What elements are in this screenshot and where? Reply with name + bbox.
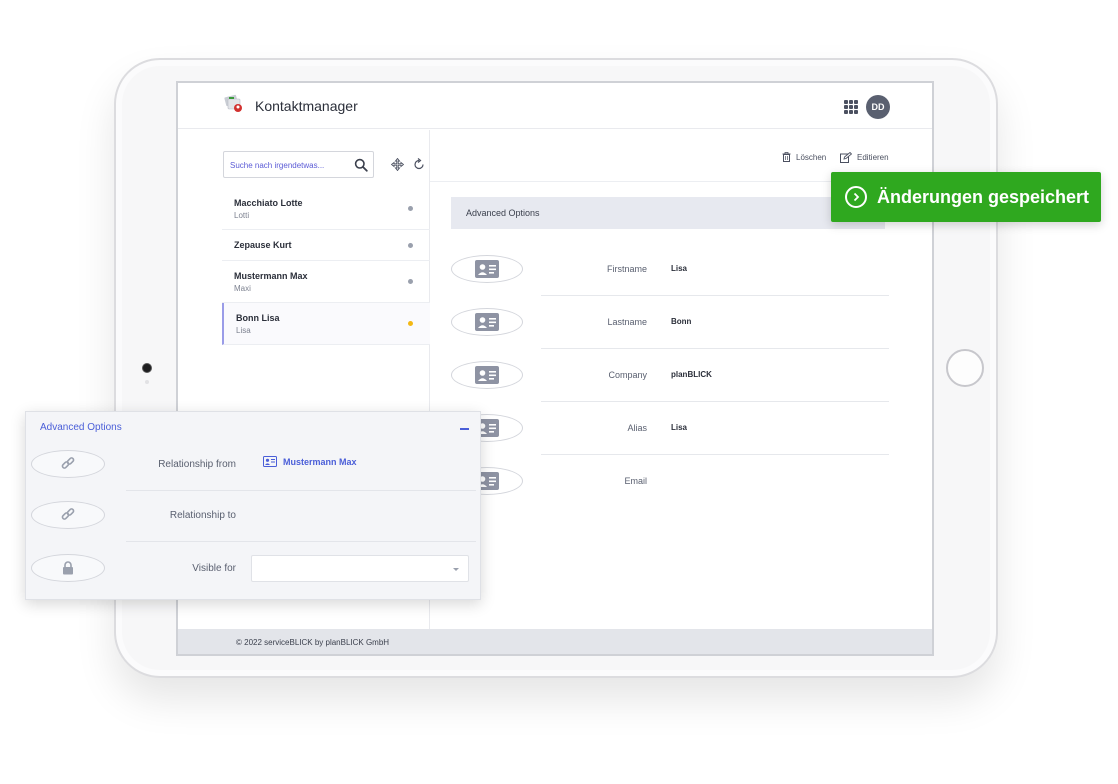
status-dot	[408, 206, 413, 211]
search-box	[223, 151, 374, 178]
app-title: Kontaktmanager	[255, 98, 358, 114]
sensor-dot	[145, 380, 149, 384]
link-icon	[31, 501, 105, 529]
advanced-options-overlay: Advanced Options Relationship from Muste…	[25, 411, 481, 600]
chevron-right-circle-icon	[845, 186, 867, 208]
divider	[541, 454, 889, 455]
divider	[541, 295, 889, 296]
saved-toast: Änderungen gespeichert	[831, 172, 1101, 222]
toast-message: Änderungen gespeichert	[877, 186, 1090, 207]
divider	[541, 401, 889, 402]
relationship-from-link[interactable]: Mustermann Max	[263, 456, 357, 467]
contact-card-icon	[451, 308, 523, 336]
contact-name: Bonn Lisa	[236, 313, 280, 323]
field-value: Lisa	[671, 264, 688, 273]
relationship-from-row: Relationship from Mustermann Max	[31, 450, 477, 502]
advanced-options-header[interactable]: Advanced Options	[451, 197, 885, 229]
edit-label: Editieren	[857, 153, 889, 162]
contact-card-icon	[451, 361, 523, 389]
link-icon	[31, 450, 105, 478]
contact-alias: Maxi	[234, 284, 251, 293]
overlay-title[interactable]: Advanced Options	[40, 422, 122, 433]
app-logo-icon	[224, 94, 242, 112]
contact-list: Macchiato Lotte Lotti Zepause Kurt Muste…	[222, 188, 430, 345]
home-button[interactable]	[946, 349, 984, 387]
delete-button[interactable]: Löschen	[782, 152, 826, 162]
edit-icon	[840, 152, 852, 163]
contact-name: Mustermann Max	[234, 271, 308, 281]
field-label: Lastname	[607, 317, 647, 327]
contact-item[interactable]: Zepause Kurt	[222, 230, 430, 261]
field-row-lastname: Lastname Bonn	[451, 308, 891, 361]
contact-item[interactable]: Macchiato Lotte Lotti	[222, 188, 430, 230]
contact-item-selected[interactable]: Bonn Lisa Lisa	[222, 303, 430, 345]
field-row-email: Email	[451, 467, 891, 520]
visible-for-row: Visible for	[31, 554, 477, 606]
divider	[541, 348, 889, 349]
divider	[126, 541, 476, 542]
divider	[126, 490, 476, 491]
trash-icon	[782, 152, 791, 162]
visible-for-select[interactable]	[251, 555, 469, 582]
status-dot	[408, 243, 413, 248]
camera-icon	[142, 363, 152, 373]
contact-alias: Lisa	[236, 326, 251, 335]
contact-name: Macchiato Lotte	[234, 198, 303, 208]
chevron-down-icon	[453, 568, 459, 571]
contact-card-icon	[263, 456, 277, 467]
search-icon[interactable]	[354, 158, 368, 172]
top-bar: Kontaktmanager DD	[178, 83, 932, 129]
field-row-company: Company planBLICK	[451, 361, 891, 414]
footer: © 2022 serviceBLICK by planBLICK GmbH	[178, 629, 932, 654]
contact-alias: Lotti	[234, 211, 250, 220]
field-row-alias: Alias Lisa	[451, 414, 891, 467]
field-row-firstname: Firstname Lisa	[451, 255, 891, 308]
relationship-to-row: Relationship to	[31, 501, 477, 553]
contact-item[interactable]: Mustermann Max Maxi	[222, 261, 430, 303]
field-value: Bonn	[671, 317, 692, 326]
user-avatar[interactable]: DD	[866, 95, 890, 119]
field-label: Email	[624, 476, 647, 486]
field-label: Company	[608, 370, 647, 380]
contact-name: Zepause Kurt	[234, 240, 292, 250]
visible-for-label: Visible for	[192, 563, 236, 574]
status-dot	[408, 279, 413, 284]
field-value: Lisa	[671, 423, 688, 432]
lock-icon	[31, 554, 105, 582]
field-label: Firstname	[606, 264, 647, 274]
edit-button[interactable]: Editieren	[840, 152, 889, 163]
status-dot	[408, 321, 413, 326]
search-input[interactable]	[230, 157, 348, 173]
apps-grid-icon[interactable]	[844, 100, 858, 114]
section-title: Advanced Options	[466, 208, 540, 218]
field-label: Alias	[627, 423, 647, 433]
move-icon[interactable]	[391, 158, 404, 171]
refresh-icon[interactable]	[413, 158, 425, 171]
relationship-to-label: Relationship to	[169, 510, 236, 521]
collapse-icon[interactable]	[460, 428, 469, 430]
stage: Kontaktmanager DD Suche nach irgendetwas…	[0, 0, 1118, 784]
relationship-from-value: Mustermann Max	[283, 456, 357, 467]
copyright-text: © 2022 serviceBLICK by planBLICK GmbH	[236, 638, 390, 647]
contact-card-icon	[451, 255, 523, 283]
delete-label: Löschen	[796, 152, 827, 162]
relationship-from-label: Relationship from	[158, 459, 236, 470]
field-value: planBLICK	[671, 370, 712, 379]
